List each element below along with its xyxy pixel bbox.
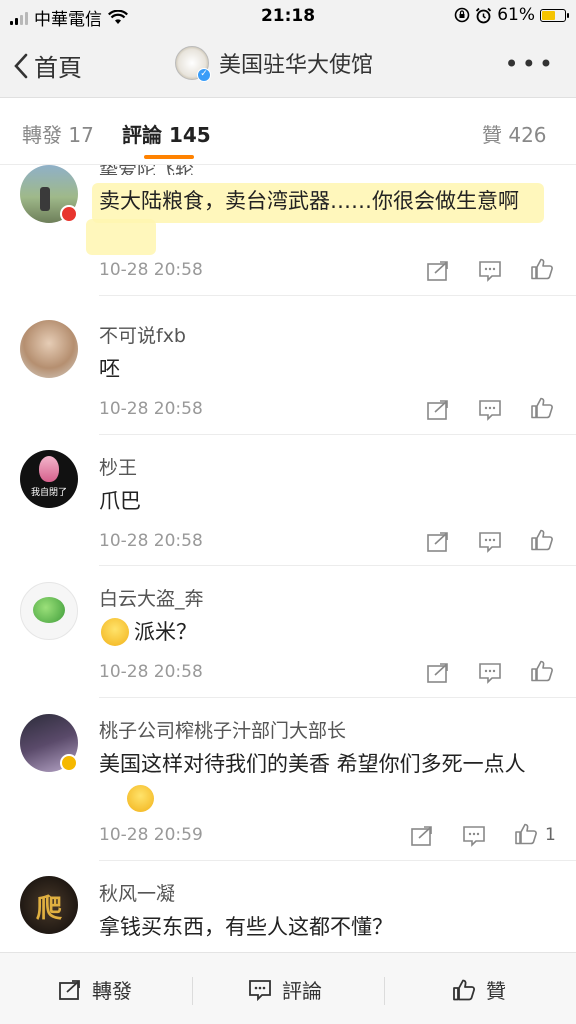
share-icon[interactable] xyxy=(426,531,450,553)
bottom-action-bar: 轉發 評論 贊 xyxy=(0,952,576,1024)
comment-icon xyxy=(249,979,271,1001)
like-label: 贊 xyxy=(486,979,506,1003)
tab-like[interactable]: 贊 426 xyxy=(482,119,547,148)
back-button[interactable]: 首頁 xyxy=(14,48,82,83)
reply-icon[interactable] xyxy=(462,825,486,847)
back-label: 首頁 xyxy=(34,54,82,82)
reply-icon[interactable] xyxy=(478,399,502,421)
divider xyxy=(384,977,385,1005)
like-icon[interactable] xyxy=(514,823,538,845)
chevron-left-icon xyxy=(14,53,28,78)
more-options-icon[interactable]: ••• xyxy=(505,50,556,78)
avatar[interactable]: 爬 xyxy=(20,876,78,934)
comment-item: 挚爱陀飞轮 卖大陆粮食，卖台湾武器……你很会做生意啊 10-28 20:58 xyxy=(0,165,576,297)
comment-text: 呸 xyxy=(99,357,120,381)
comment-time: 10-28 20:58 xyxy=(99,399,203,419)
username[interactable]: 杪王 xyxy=(99,453,137,480)
comment-time: 10-28 20:58 xyxy=(99,531,203,551)
highlight-mark xyxy=(86,219,156,255)
nav-bar: 首頁 ✓ 美国驻华大使馆 ••• xyxy=(0,34,576,98)
like-icon[interactable] xyxy=(530,529,554,551)
divider xyxy=(99,295,576,296)
comment-button[interactable]: 評論 xyxy=(248,975,322,1004)
tab-repost[interactable]: 轉發 17 xyxy=(22,119,94,148)
repost-label: 轉發 xyxy=(92,979,132,1003)
share-icon xyxy=(59,979,80,1000)
status-bar: 中華電信 21:18 61% xyxy=(0,0,576,34)
reply-icon[interactable] xyxy=(478,260,502,282)
avatar[interactable] xyxy=(20,582,78,640)
comment-text: 美国这样对待我们的美香 希望你们多死一点人 xyxy=(99,752,526,776)
share-icon[interactable] xyxy=(410,825,434,847)
rotation-lock-icon xyxy=(454,7,470,23)
share-icon[interactable] xyxy=(426,260,450,282)
avatar-caption: 我自閉了 xyxy=(30,488,67,498)
battery-icon xyxy=(540,8,569,22)
page-title-label: 美国驻华大使馆 xyxy=(219,53,374,78)
username[interactable]: 挚爱陀飞轮 xyxy=(99,165,194,175)
comment-item: 不可说fxb 呸 10-28 20:58 xyxy=(0,303,576,435)
smile-emoji-icon xyxy=(127,785,154,812)
username[interactable]: 桃子公司榨桃子汁部门大部长 xyxy=(99,716,346,743)
username[interactable]: 不可说fxb xyxy=(99,321,186,348)
like-icon[interactable] xyxy=(530,660,554,682)
tab-bar: 轉發 17 評論 145 贊 426 xyxy=(0,99,576,165)
comment-text: 派米？ xyxy=(134,620,197,644)
tab-comment[interactable]: 評論 145 xyxy=(122,119,211,148)
like-icon[interactable] xyxy=(530,258,554,280)
like-button[interactable]: 贊 xyxy=(452,975,506,1004)
username[interactable]: 白云大盗_奔 xyxy=(99,584,204,611)
comment-item: 爬 秋风一凝 拿钱买东西，有些人这都不懂？ xyxy=(0,861,576,952)
comment-text: 拿钱买东西，有些人这都不懂？ xyxy=(99,915,393,939)
smile-emoji-icon xyxy=(101,618,129,646)
comment-time: 10-28 20:58 xyxy=(99,662,203,682)
verified-icon: ✓ xyxy=(197,68,211,82)
alarm-icon xyxy=(476,7,492,23)
comment-text: 爪巴 xyxy=(99,489,141,513)
avatar[interactable] xyxy=(20,320,78,378)
reply-icon[interactable] xyxy=(478,531,502,553)
status-right: 61% xyxy=(454,5,569,25)
share-icon[interactable] xyxy=(426,662,450,684)
page-title[interactable]: ✓ 美国驻华大使馆 xyxy=(175,46,374,82)
comment-time: 10-28 20:58 xyxy=(99,260,203,280)
comment-item: 白云大盗_奔 派米？ 10-28 20:58 xyxy=(0,566,576,698)
share-icon[interactable] xyxy=(426,399,450,421)
user-badge-icon xyxy=(60,205,78,223)
username[interactable]: 秋风一凝 xyxy=(99,879,175,906)
divider xyxy=(192,977,193,1005)
comment-item: 我自閉了 杪王 爪巴 10-28 20:58 xyxy=(0,435,576,566)
battery-percent: 61% xyxy=(497,5,535,25)
comment-time: 10-28 20:59 xyxy=(99,825,203,845)
like-count: 1 xyxy=(545,825,556,845)
verified-icon xyxy=(60,754,78,772)
comment-label: 評論 xyxy=(282,979,322,1003)
comment-list[interactable]: 挚爱陀飞轮 卖大陆粮食，卖台湾武器……你很会做生意啊 10-28 20:58 不… xyxy=(0,165,576,952)
comment-item: 桃子公司榨桃子汁部门大部长 美国这样对待我们的美香 希望你们多死一点人 10-2… xyxy=(0,698,576,861)
comment-text: 卖大陆粮食，卖台湾武器……你很会做生意啊 xyxy=(99,189,519,213)
like-icon xyxy=(453,979,476,1000)
active-tab-indicator xyxy=(144,155,194,159)
avatar[interactable]: 我自閉了 xyxy=(20,450,78,508)
like-icon[interactable] xyxy=(530,397,554,419)
repost-button[interactable]: 轉發 xyxy=(58,975,132,1004)
reply-icon[interactable] xyxy=(478,662,502,684)
embassy-seal-avatar: ✓ xyxy=(175,46,211,82)
